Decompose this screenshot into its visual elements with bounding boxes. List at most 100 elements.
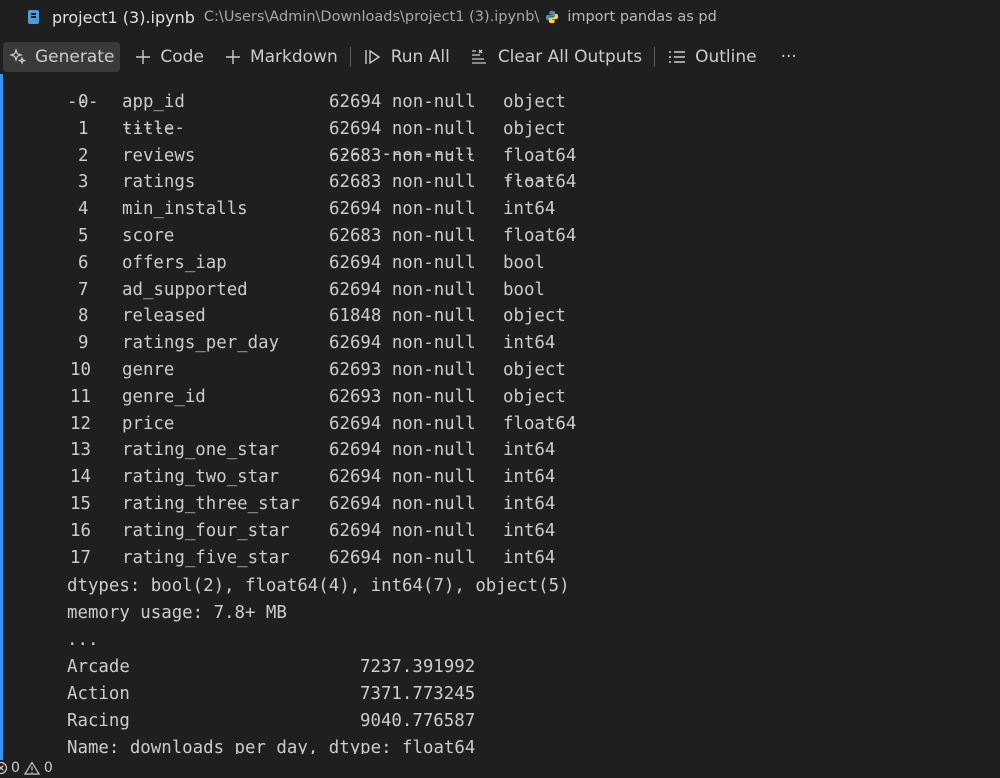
series-value: 7371.773245 — [360, 684, 476, 704]
row-index: 1 — [78, 118, 89, 139]
row-index: 5 — [78, 226, 89, 246]
row-index: 13 — [70, 440, 91, 461]
row-dtype: float64 — [503, 226, 577, 246]
file-path[interactable]: C:\Users\Admin\Downloads\project1 (3).ip… — [204, 9, 539, 25]
row-non-null-count: 62694 non-null — [329, 118, 476, 139]
row-column-name: score — [122, 226, 175, 246]
row-non-null-count: 62683 non-null — [329, 145, 476, 166]
run-all-icon — [363, 48, 383, 66]
row-column-name: rating_two_star — [122, 467, 280, 488]
row-column-name: genre — [122, 360, 175, 380]
series-label: Racing — [67, 711, 130, 731]
row-index: 16 — [70, 520, 91, 541]
row-non-null-count: 62694 non-null — [329, 467, 476, 488]
add-code-cell-button[interactable]: Code — [128, 42, 210, 72]
row-index: 17 — [70, 547, 91, 568]
series-name-line: Name: downloads_per_day, dtype: float64 — [67, 738, 476, 754]
notebook-file-icon — [28, 10, 39, 24]
row-index: 8 — [78, 306, 89, 327]
row-non-null-count: 62694 non-null — [329, 92, 476, 112]
row-column-name: min_installs — [122, 199, 248, 220]
warning-count: 0 — [43, 760, 53, 776]
row-dtype: float64 — [503, 145, 577, 166]
row-index: 14 — [70, 467, 91, 488]
row-dtype: int64 — [503, 199, 556, 220]
run-all-button[interactable]: Run All — [357, 42, 456, 72]
dtypes-line: dtypes: bool(2), float64(4), int64(7), o… — [67, 576, 570, 596]
series-label: Arcade — [67, 657, 130, 677]
row-non-null-count: 62694 non-null — [329, 252, 476, 273]
row-non-null-count: 62694 non-null — [329, 413, 476, 434]
ellipsis-icon: ··· — [780, 47, 797, 67]
row-column-name: released — [122, 306, 206, 327]
more-actions-button[interactable]: ··· — [775, 42, 803, 72]
row-column-name: title — [122, 118, 175, 139]
outline-button[interactable]: Outline — [661, 42, 763, 72]
series-value: 7237.391992 — [360, 657, 476, 677]
row-non-null-count: 62694 non-null — [329, 333, 476, 354]
row-index: 2 — [78, 145, 89, 166]
row-index: 0 — [78, 92, 89, 112]
row-column-name: reviews — [122, 145, 196, 166]
row-dtype: int64 — [503, 467, 556, 488]
plus-icon — [224, 48, 242, 66]
row-non-null-count: 62694 non-null — [329, 440, 476, 461]
warning-icon — [23, 761, 40, 775]
row-non-null-count: 62683 non-null — [329, 172, 476, 193]
toolbar-divider — [349, 47, 351, 67]
file-name[interactable]: project1 (3).ipynb — [52, 8, 195, 27]
row-column-name: rating_four_star — [122, 520, 290, 541]
row-dtype: object — [503, 386, 566, 407]
row-column-name: ratings_per_day — [122, 333, 280, 354]
sparkle-icon — [9, 48, 27, 66]
row-dtype: int64 — [503, 494, 556, 514]
row-index: 11 — [70, 386, 91, 407]
row-non-null-count: 62693 non-null — [329, 386, 476, 407]
row-column-name: app_id — [122, 92, 185, 112]
row-index: 3 — [78, 172, 89, 193]
clear-all-icon — [470, 48, 490, 66]
row-dtype: bool — [503, 252, 545, 273]
row-index: 7 — [78, 279, 89, 300]
row-column-name: ratings — [122, 172, 196, 193]
row-non-null-count: 62694 non-null — [329, 520, 476, 541]
row-dtype: object — [503, 360, 566, 380]
cell-output[interactable]: --- ------ -------------- ----- 0 app_id 6… — [67, 76, 987, 754]
add-markdown-cell-button[interactable]: Markdown — [218, 42, 344, 72]
row-dtype: int64 — [503, 547, 556, 568]
error-count: 0 — [11, 760, 20, 776]
python-icon — [546, 10, 559, 24]
row-non-null-count: 62683 non-null — [329, 226, 476, 246]
row-dtype: bool — [503, 279, 545, 300]
toolbar-divider — [654, 47, 656, 67]
list-icon — [667, 48, 687, 66]
row-non-null-count: 62693 non-null — [329, 360, 476, 380]
generate-button[interactable]: Generate — [3, 42, 121, 72]
row-dtype: object — [503, 92, 566, 112]
row-index: 6 — [78, 252, 89, 273]
row-non-null-count: 62694 non-null — [329, 494, 476, 514]
row-column-name: offers_iap — [122, 252, 227, 273]
row-dtype: int64 — [503, 440, 556, 461]
row-column-name: rating_three_star — [122, 494, 300, 514]
ellipsis-line: ... — [67, 630, 99, 650]
row-non-null-count: 62694 non-null — [329, 547, 476, 568]
breadcrumb-symbol[interactable]: import pandas as pd — [567, 9, 716, 25]
notebook-toolbar: Generate Code Markdown Run All Clear All… — [0, 40, 1000, 74]
problems-indicator[interactable]: 0 0 — [0, 760, 53, 776]
memory-line: memory usage: 7.8+ MB — [67, 603, 287, 623]
row-column-name: ad_supported — [122, 279, 248, 300]
row-dtype: int64 — [503, 520, 556, 541]
row-index: 12 — [70, 413, 91, 434]
row-column-name: rating_one_star — [122, 440, 280, 461]
error-icon — [0, 761, 8, 775]
clear-all-outputs-button[interactable]: Clear All Outputs — [464, 42, 648, 72]
row-dtype: object — [503, 118, 566, 139]
status-bar: 0 0 — [0, 758, 1000, 778]
row-index: 15 — [70, 494, 91, 514]
title-bar: project1 (3).ipynb C:\Users\Admin\Downlo… — [0, 0, 1000, 34]
row-index: 9 — [78, 333, 89, 354]
row-dtype: float64 — [503, 413, 577, 434]
row-non-null-count: 62694 non-null — [329, 279, 476, 300]
row-dtype: int64 — [503, 333, 556, 354]
